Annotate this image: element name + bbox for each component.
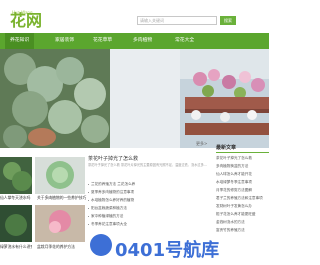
sidebar-divider bbox=[216, 152, 269, 153]
nav-item-decor[interactable]: 家居装饰 bbox=[55, 33, 74, 49]
thumb-image[interactable] bbox=[35, 205, 85, 242]
main-nav: 养花知识 家居装饰 花花草草 多肉植物 常花大全 bbox=[0, 33, 269, 49]
thumb-image[interactable] bbox=[35, 157, 85, 194]
list-item[interactable]: 水培植物怎么养好养的植物 bbox=[88, 196, 210, 204]
watermark-badge bbox=[90, 234, 112, 256]
watermark-text: 0401号航库 bbox=[115, 240, 220, 261]
thumb-image[interactable] bbox=[0, 205, 32, 242]
sidebar-title: 最新文章 bbox=[216, 145, 237, 151]
nav-item-succulents[interactable]: 多肉植物 bbox=[133, 33, 152, 49]
thumb-caption[interactable]: 绿萝浇水有什么讲究 bbox=[0, 244, 32, 250]
featured-desc: 茶花叶子掉光了怎么救 茶花叶片掉光的主要原因有光照不足、温度过低、浇水过多... bbox=[88, 163, 207, 167]
featured-title[interactable]: 茶花叶子掉光了怎么救 bbox=[88, 155, 138, 162]
thumb-plant-image bbox=[35, 157, 85, 194]
hero-banner[interactable] bbox=[0, 49, 269, 148]
thumb-caption[interactable]: 关于多肉植物的一些养护技巧 bbox=[37, 195, 87, 201]
sidebar-item[interactable]: 多肉植物换盆的方法 bbox=[216, 162, 269, 170]
thumb-plant-image bbox=[0, 157, 32, 194]
watermark: 0401号航库 bbox=[90, 230, 269, 261]
sidebar-item[interactable]: 仙人球怎么养才能开花 bbox=[216, 170, 269, 178]
sidebar-item[interactable]: 君子兰的养殖方法和注意事项 bbox=[216, 194, 269, 202]
list-item[interactable]: 夏季养多肉植物的注意事项 bbox=[88, 188, 210, 196]
search-input[interactable]: 请输入关键词 bbox=[137, 16, 217, 25]
thumb-caption[interactable]: 仙人掌冬天浇水吗 bbox=[0, 195, 32, 201]
nav-item-encyclopedia[interactable]: 常花大全 bbox=[175, 33, 194, 49]
sidebar-item[interactable]: 水培绿萝冬季注意事项 bbox=[216, 178, 269, 186]
list-item[interactable]: 家中种植绿植的方法 bbox=[88, 212, 210, 220]
banner-image bbox=[0, 49, 269, 148]
thumb-image[interactable] bbox=[0, 157, 32, 194]
site-logo[interactable]: Hua Wang 花网 bbox=[2, 6, 43, 30]
article-list: 兰花的养殖方法 兰花怎么养 夏季养多肉植物的注意事项 水培植物怎么养好养的植物 … bbox=[88, 180, 210, 228]
list-item[interactable]: 兰花的养殖方法 兰花怎么养 bbox=[88, 180, 210, 188]
search-button[interactable]: 搜索 bbox=[220, 16, 236, 25]
thumb-plant-image bbox=[0, 205, 32, 242]
sidebar-item[interactable]: 栀子花怎么养才能更旺盛 bbox=[216, 210, 269, 218]
sidebar-item[interactable]: 发财树叶子发黄怎么办 bbox=[216, 202, 269, 210]
sidebar-item[interactable]: 金钱树浇水的方法 bbox=[216, 218, 269, 226]
sidebar-item[interactable]: 月季花的修剪方法图解 bbox=[216, 186, 269, 194]
nav-item-flowers[interactable]: 花花草草 bbox=[93, 33, 112, 49]
sidebar-list: 茶花叶子掉光了怎么救 多肉植物换盆的方法 仙人球怎么养才能开花 水培绿萝冬季注意… bbox=[216, 154, 269, 234]
list-item[interactable]: 冬季养花注意事项大全 bbox=[88, 220, 210, 228]
more-link[interactable]: 更多> bbox=[196, 141, 207, 147]
list-item[interactable]: 阳台盆栽蔬菜种植方法 bbox=[88, 204, 210, 212]
thumb-caption[interactable]: 盆栽月季花的养护方法 bbox=[37, 244, 87, 250]
thumb-plant-image bbox=[35, 205, 85, 242]
logo-title: 花网 bbox=[10, 11, 43, 30]
site-header: Hua Wang 花网 请输入关键词 搜索 bbox=[0, 0, 269, 30]
sidebar-item[interactable]: 茶花叶子掉光了怎么救 bbox=[216, 154, 269, 162]
nav-item-home[interactable]: 养花知识 bbox=[5, 33, 35, 49]
